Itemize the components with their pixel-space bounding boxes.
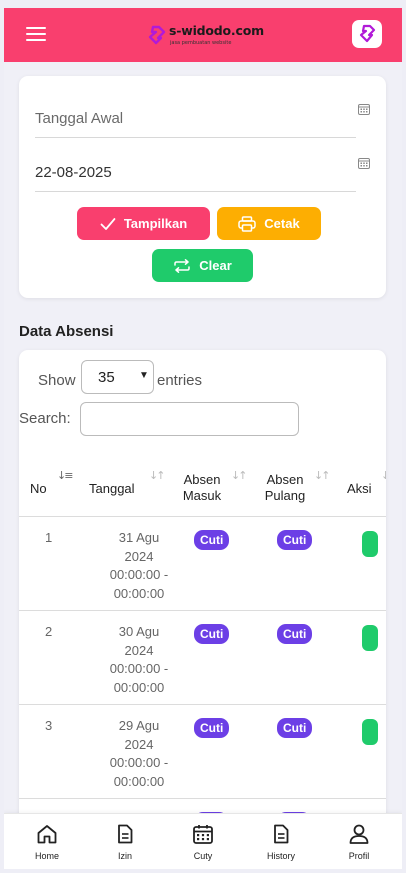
- column-header-check-out-line2: Pulang: [264, 488, 306, 503]
- action-button[interactable]: [362, 719, 378, 745]
- clear-button-label: Clear: [199, 258, 232, 273]
- bottom-navigation: Home Izin Cuty History Profil: [4, 813, 402, 869]
- brand-tagline: jasa pembuatan website: [170, 40, 232, 46]
- row-date-year: 2024: [124, 548, 154, 564]
- chevron-down-icon: ▼: [139, 370, 149, 381]
- column-header-date[interactable]: Tanggal: [89, 481, 135, 497]
- status-badge: Cuti: [194, 718, 230, 738]
- row-date-day: 31 Agu: [118, 530, 160, 545]
- check-icon: [100, 217, 116, 230]
- section-title: Data Absensi: [19, 323, 114, 340]
- status-badge: Cuti: [277, 718, 313, 738]
- document-icon: [118, 824, 133, 844]
- action-button[interactable]: [362, 531, 378, 557]
- nav-item-leave[interactable]: Izin: [90, 814, 160, 869]
- row-date-time-start: 00:00:00 -: [109, 755, 169, 770]
- show-button[interactable]: Tampilkan: [77, 207, 210, 240]
- menu-icon[interactable]: [26, 27, 46, 41]
- row-date-time-start: 00:00:00 -: [109, 567, 169, 582]
- entries-value: 35: [98, 369, 115, 386]
- clear-button[interactable]: Clear: [152, 249, 253, 282]
- column-header-action[interactable]: Aksi: [347, 481, 372, 497]
- printer-icon: [238, 215, 257, 232]
- row-number: 3: [45, 718, 53, 733]
- column-header-date-label: Tanggal: [89, 481, 135, 496]
- column-header-check-in-line2: Masuk: [182, 488, 222, 503]
- status-badge: Cuti: [277, 530, 313, 550]
- row-date: 29 Agu 2024 00:00:00 - 00:00:00: [89, 717, 189, 791]
- avatar[interactable]: [352, 20, 382, 48]
- filter-card: Tanggal Awal 22-08-2025 Tampilkan Cetak …: [19, 76, 386, 298]
- row-date: 30 Agu 2024 00:00:00 - 00:00:00: [89, 623, 189, 697]
- column-header-check-in[interactable]: Absen Masuk: [179, 472, 225, 504]
- brand-name: s-widodo.com: [169, 23, 264, 38]
- user-icon: [349, 824, 369, 844]
- row-date-year: 2024: [124, 642, 154, 658]
- nav-item-cuty[interactable]: Cuty: [168, 814, 238, 869]
- start-date-placeholder: Tanggal Awal: [35, 110, 124, 127]
- refresh-arrows-icon: [174, 258, 190, 273]
- action-button[interactable]: [362, 625, 378, 651]
- column-header-action-label: Aksi: [347, 481, 372, 496]
- nav-item-profile[interactable]: Profil: [324, 814, 394, 869]
- row-number: 2: [45, 624, 53, 639]
- sort-icon[interactable]: ↓↑: [381, 469, 386, 482]
- row-date-time-end: 00:00:00: [113, 585, 165, 601]
- nav-item-label: Izin: [117, 851, 132, 861]
- nav-item-label: Home: [34, 851, 59, 861]
- column-header-check-out[interactable]: Absen Pulang: [262, 472, 308, 504]
- column-header-check-in-line1: Absen: [183, 472, 221, 487]
- table-row: 1 31 Agu 2024 00:00:00 - 00:00:00 Cuti C…: [19, 517, 386, 611]
- search-label: Search:: [19, 410, 71, 427]
- column-header-no[interactable]: No: [30, 481, 47, 497]
- sort-icon[interactable]: ↓↑: [314, 469, 331, 482]
- top-bar: s-widodo.com jasa pembuatan website: [4, 8, 402, 62]
- nav-item-home[interactable]: Home: [12, 814, 82, 869]
- row-date-time-start: 00:00:00 -: [109, 661, 169, 676]
- show-label: Show: [38, 372, 76, 389]
- history-document-icon: [274, 824, 289, 844]
- nav-item-label: Profil: [348, 851, 370, 861]
- attendance-table-card: Show 35 ▼ entries Search: No ↓≡ Tanggal …: [19, 350, 386, 869]
- print-button[interactable]: Cetak: [217, 207, 321, 240]
- app-frame: s-widodo.com jasa pembuatan website Tang…: [4, 8, 402, 869]
- brand-mark-icon: [148, 25, 166, 45]
- end-date-value: 22-08-2025: [35, 164, 112, 181]
- status-badge: Cuti: [194, 624, 230, 644]
- sort-ascending-icon[interactable]: ↓≡: [57, 469, 74, 482]
- column-header-no-label: No: [30, 481, 47, 496]
- table-row: 3 29 Agu 2024 00:00:00 - 00:00:00 Cuti C…: [19, 705, 386, 799]
- start-date-field[interactable]: Tanggal Awal: [35, 98, 356, 138]
- nav-item-label: History: [266, 851, 295, 861]
- print-button-label: Cetak: [264, 216, 300, 231]
- column-header-check-out-line1: Absen: [266, 472, 304, 487]
- brand-logo: s-widodo.com jasa pembuatan website: [145, 23, 275, 49]
- entries-label: entries: [157, 372, 203, 389]
- nav-item-label: Cuty: [193, 851, 213, 861]
- row-date: 31 Agu 2024 00:00:00 - 00:00:00: [89, 529, 189, 603]
- calendar-icon[interactable]: [358, 103, 370, 115]
- avatar-logo-icon: [359, 24, 376, 43]
- calendar-icon: [193, 825, 213, 844]
- entries-select[interactable]: 35 ▼: [81, 360, 154, 394]
- row-date-day: 29 Agu: [118, 718, 160, 733]
- row-date-day: 30 Agu: [118, 624, 160, 639]
- end-date-field[interactable]: 22-08-2025: [35, 152, 356, 192]
- sort-icon[interactable]: ↓↑: [149, 469, 166, 482]
- nav-item-history[interactable]: History: [246, 814, 316, 869]
- row-date-year: 2024: [124, 736, 154, 752]
- home-icon: [37, 825, 57, 844]
- row-date-time-end: 00:00:00: [113, 773, 165, 789]
- search-input[interactable]: [80, 402, 299, 436]
- show-button-label: Tampilkan: [123, 216, 188, 231]
- status-badge: Cuti: [277, 624, 313, 644]
- row-date-time-end: 00:00:00: [113, 679, 165, 695]
- calendar-icon[interactable]: [358, 157, 370, 169]
- status-badge: Cuti: [194, 530, 230, 550]
- table-row: 2 30 Agu 2024 00:00:00 - 00:00:00 Cuti C…: [19, 611, 386, 705]
- sort-icon[interactable]: ↓↑: [231, 469, 248, 482]
- row-number: 1: [45, 530, 53, 545]
